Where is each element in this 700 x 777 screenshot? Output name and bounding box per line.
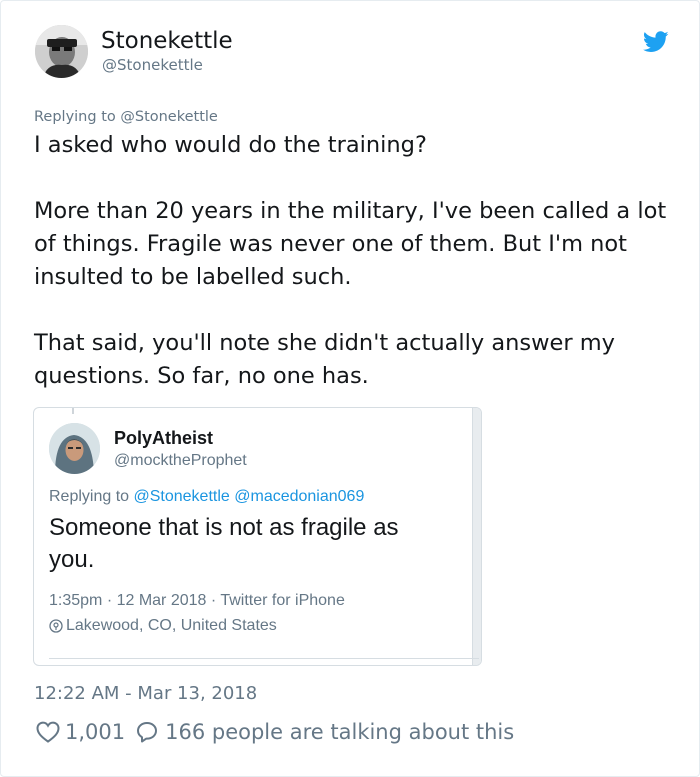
quoted-author-avatar	[49, 423, 100, 474]
like-count: 1,001	[65, 720, 126, 744]
tweet-timestamp[interactable]: 12:22 AM - Mar 13, 2018	[34, 683, 257, 704]
speech-bubble-icon	[137, 722, 158, 743]
author-name[interactable]: Stonekettle	[101, 28, 233, 54]
divider	[72, 408, 74, 414]
scrollbar-track	[472, 408, 481, 665]
quoted-tweet-image[interactable]: PolyAtheist @mocktheProphet Replying to …	[33, 407, 482, 666]
author-handle[interactable]: @Stonekettle	[102, 56, 203, 74]
heart-icon	[36, 721, 60, 743]
replying-to: Replying to @Stonekettle	[34, 109, 218, 125]
location-pin-icon	[49, 619, 63, 633]
quoted-divider	[49, 658, 479, 659]
tweet-card: Stonekettle @Stonekettle Replying to @St…	[0, 0, 700, 777]
quoted-replying-to: Replying to @Stonekettle @macedonian069	[49, 488, 364, 506]
like-button[interactable]: 1,001	[35, 720, 125, 744]
quoted-author-name: PolyAtheist	[114, 428, 214, 448]
replying-mention-link[interactable]: @Stonekettle	[120, 109, 218, 125]
quoted-replying-mentions: @Stonekettle @macedonian069	[133, 488, 365, 505]
replying-prefix: Replying to	[34, 109, 116, 125]
tweet-line-1: I asked who would do the training?	[34, 132, 427, 158]
quoted-location-text: Lakewood, CO, United States	[66, 617, 277, 634]
twitter-bird-icon[interactable]	[642, 31, 669, 53]
tweet-header: Stonekettle @Stonekettle	[35, 25, 675, 81]
quoted-replying-prefix: Replying to	[49, 488, 130, 505]
reply-conversation-button[interactable]: 166 people are talking about this	[125, 720, 514, 744]
talking-about-text: 166 people are talking about this	[165, 720, 515, 744]
quoted-tweet-text: Someone that is not as fragile as you.	[49, 514, 399, 573]
tweet-actions: 1,001 166 people are talking about this	[35, 716, 514, 748]
tweet-text: I asked who would do the training? More …	[34, 129, 674, 393]
author-avatar[interactable]	[35, 25, 88, 78]
tweet-paragraph-2: More than 20 years in the military, I've…	[34, 198, 667, 290]
quoted-author-handle: @mocktheProphet	[114, 452, 247, 469]
quoted-location: Lakewood, CO, United States	[49, 617, 277, 635]
quoted-tweet-meta: 1:35pm · 12 Mar 2018 · Twitter for iPhon…	[49, 592, 345, 609]
tweet-paragraph-3: That said, you'll note she didn't actual…	[34, 330, 616, 389]
